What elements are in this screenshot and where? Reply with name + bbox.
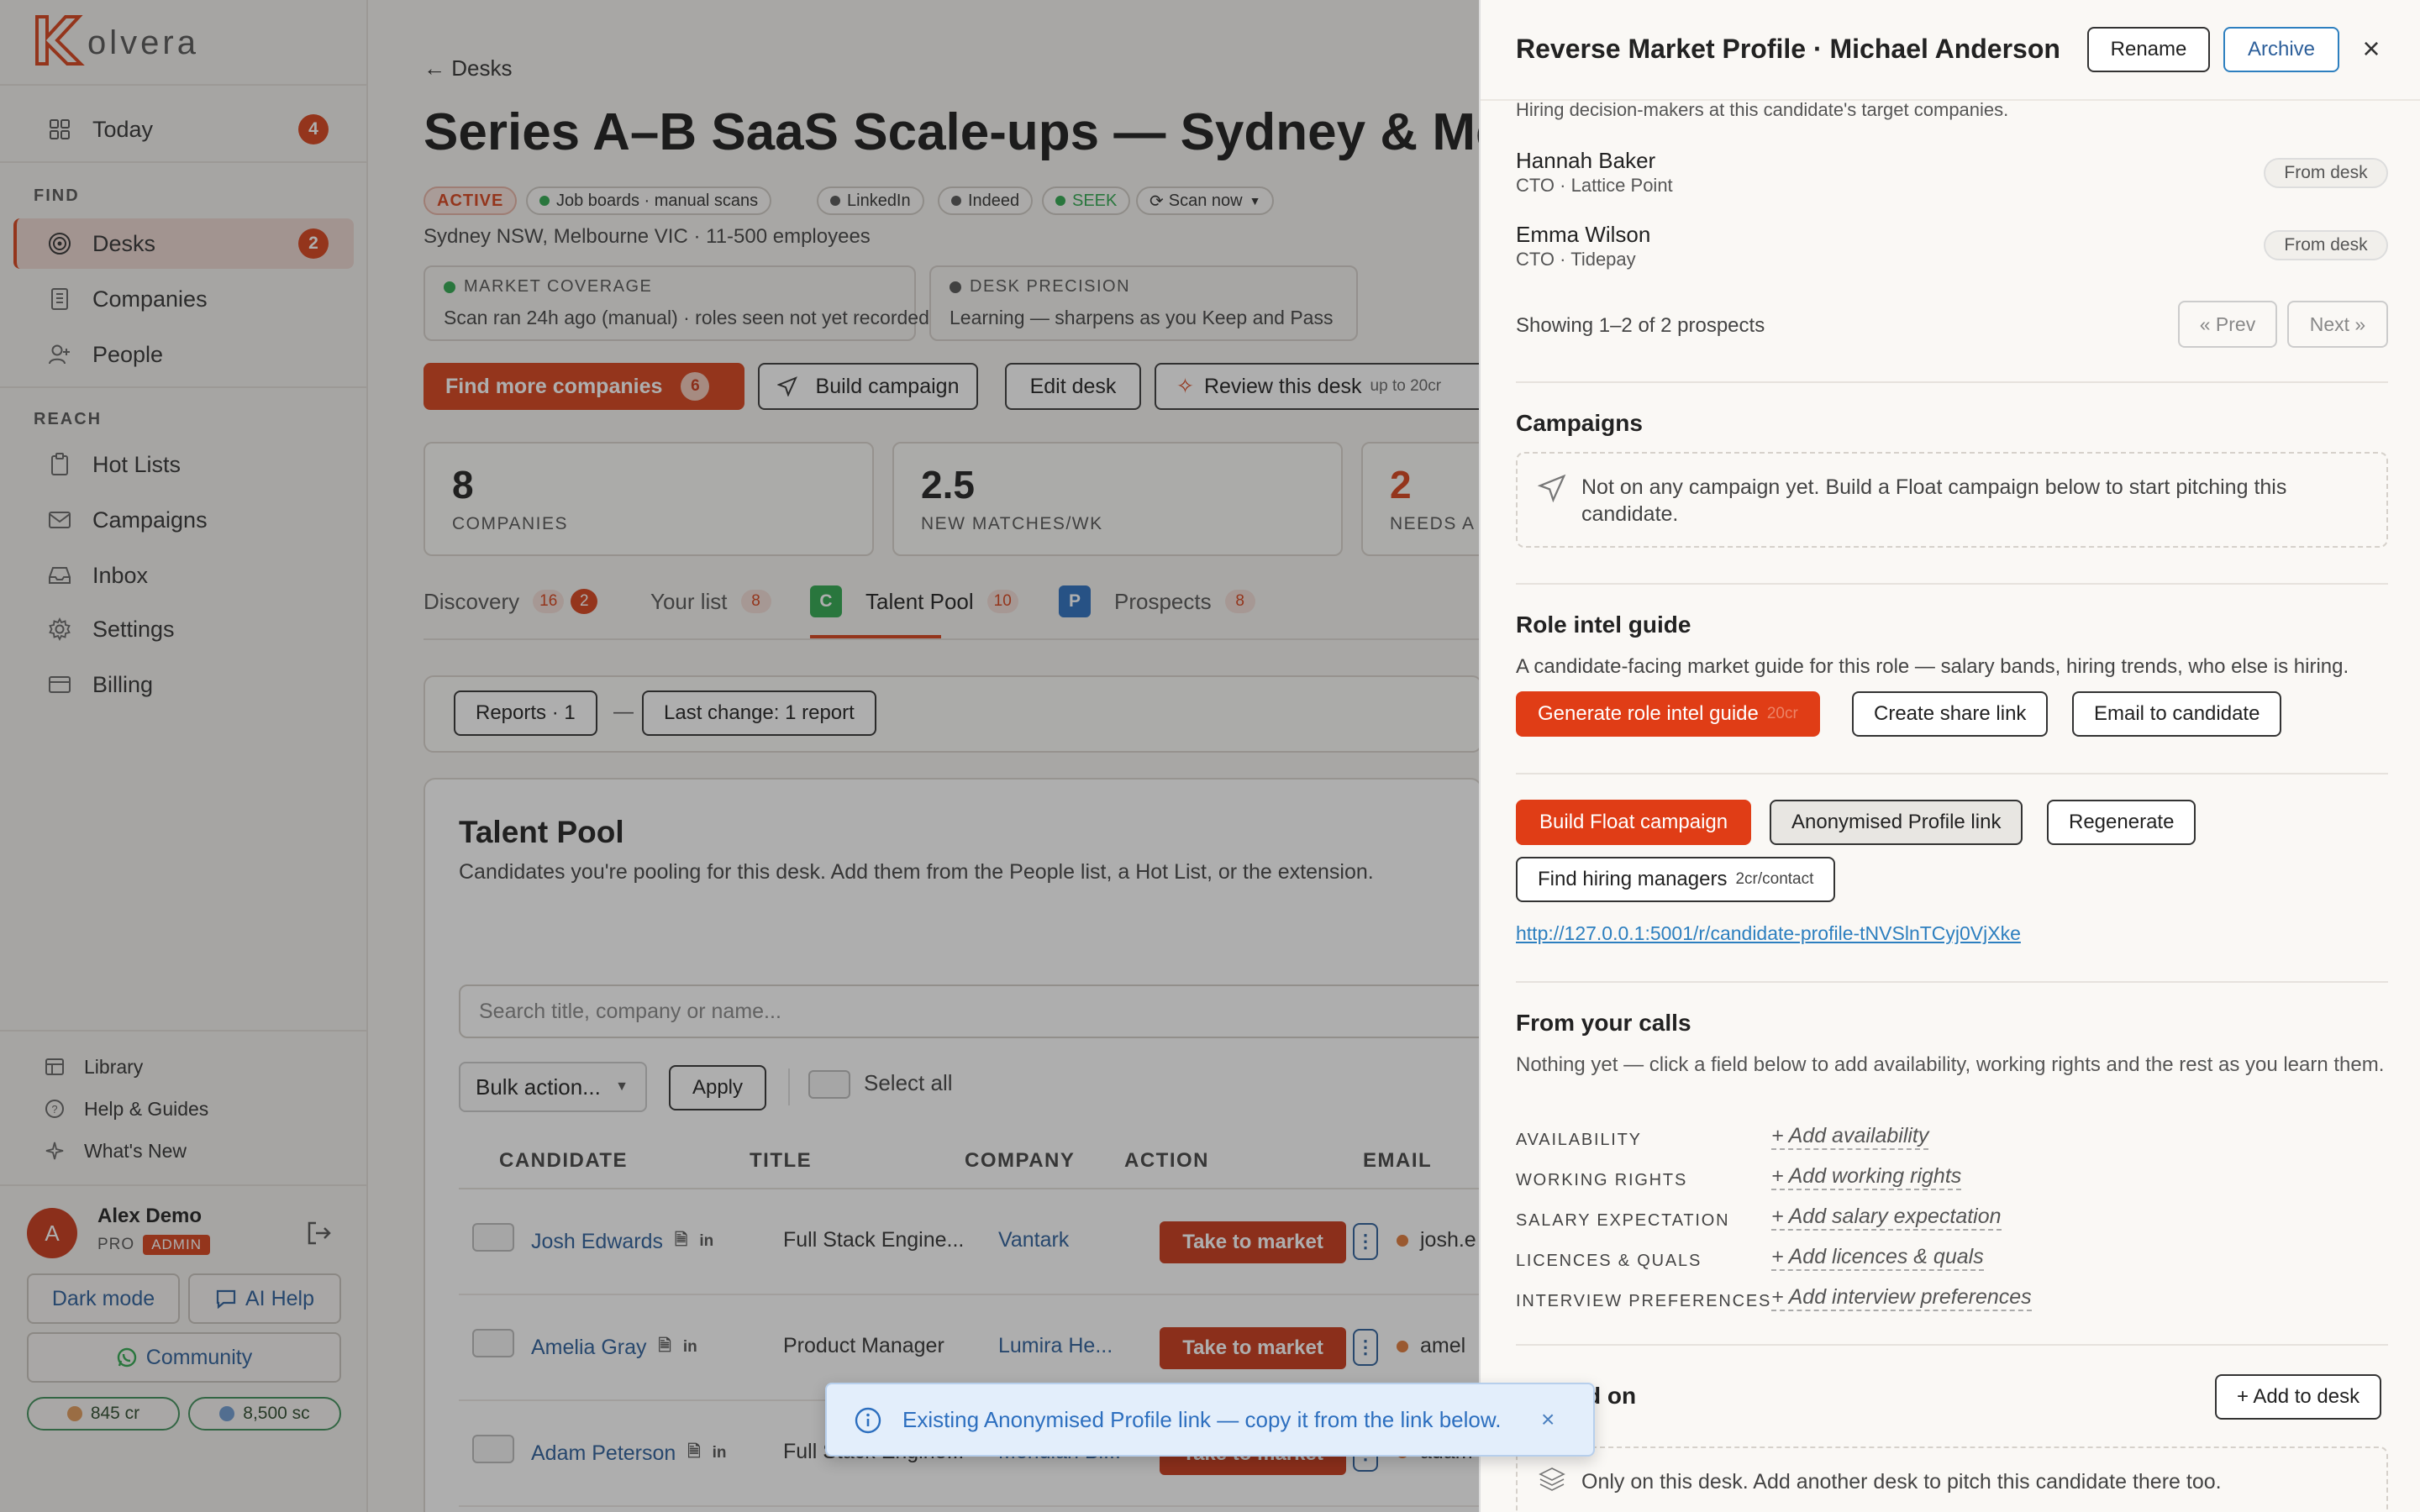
drawer-title: Reverse Market Profile · Michael Anderso…	[1516, 34, 2060, 64]
find-hiring-managers-button[interactable]: Find hiring managers 2cr/contact	[1516, 857, 1836, 902]
email-to-candidate-button[interactable]: Email to candidate	[2072, 691, 2282, 737]
add-licences-quals-field[interactable]: + Add licences & quals	[1771, 1245, 1984, 1271]
role-intel-heading: Role intel guide	[1516, 612, 1691, 638]
field-label: SALARY EXPECTATION	[1516, 1211, 1730, 1230]
drawer-header: Reverse Market Profile · Michael Anderso…	[1481, 0, 2420, 101]
modal-backdrop[interactable]	[0, 0, 1479, 1512]
field-label: INTERVIEW PREFERENCES	[1516, 1292, 1772, 1310]
prev-page-button[interactable]: « Prev	[2178, 301, 2277, 348]
build-float-campaign-button[interactable]: Build Float campaign	[1516, 800, 1752, 845]
button-label: Find hiring managers	[1538, 868, 1728, 890]
add-interview-preferences-field[interactable]: + Add interview preferences	[1771, 1285, 2032, 1311]
divider	[1516, 1344, 2388, 1346]
campaigns-empty-text: Not on any campaign yet. Build a Float c…	[1581, 475, 2287, 526]
profile-link[interactable]: http://127.0.0.1:5001/r/candidate-profil…	[1516, 922, 2021, 945]
toast-message: Existing Anonymised Profile link — copy …	[902, 1406, 1502, 1432]
field-label: LICENCES & QUALS	[1516, 1252, 1702, 1270]
field-label: WORKING RIGHTS	[1516, 1171, 1688, 1189]
field-label: AVAILABILITY	[1516, 1131, 1642, 1149]
campaigns-empty-state: Not on any campaign yet. Build a Float c…	[1516, 452, 2388, 548]
pitched-on-note-box: Only on this desk. Add another desk to p…	[1516, 1446, 2388, 1512]
button-label: Generate role intel guide	[1538, 702, 1759, 725]
info-icon	[855, 1407, 881, 1434]
cost-label: 20cr	[1766, 705, 1798, 722]
divider	[1516, 981, 2388, 983]
add-to-desk-button[interactable]: + Add to desk	[2215, 1374, 2382, 1420]
reverse-market-profile-drawer: Hiring decision-makers at this candidate…	[1479, 0, 2420, 1512]
calls-description: Nothing yet — click a field below to add…	[1516, 1053, 2385, 1076]
divider	[1516, 583, 2388, 585]
layers-icon	[1538, 1465, 1566, 1494]
from-desk-badge: From desk	[2264, 158, 2388, 188]
divider	[1516, 773, 2388, 774]
toast-close-icon[interactable]: ×	[1541, 1406, 1555, 1433]
anonymised-profile-link-button[interactable]: Anonymised Profile link	[1770, 800, 2023, 845]
prospect-name: Emma Wilson	[1516, 222, 1651, 247]
add-availability-field[interactable]: + Add availability	[1771, 1124, 1929, 1150]
send-icon	[1538, 474, 1566, 502]
prospects-intro: Hiring decision-makers at this candidate…	[1516, 99, 2009, 120]
generate-role-intel-button[interactable]: Generate role intel guide 20cr	[1516, 691, 1820, 737]
prospect-role: CTO · Tidepay	[1516, 249, 1636, 270]
prospect-name: Hannah Baker	[1516, 148, 1656, 173]
campaigns-heading: Campaigns	[1516, 410, 1643, 436]
cost-label: 2cr/contact	[1735, 870, 1814, 888]
pitched-on-note: Only on this desk. Add another desk to p…	[1581, 1470, 2222, 1494]
prospects-count: Showing 1–2 of 2 prospects	[1516, 314, 1765, 337]
rename-button[interactable]: Rename	[2087, 27, 2210, 72]
archive-button[interactable]: Archive	[2223, 27, 2339, 72]
info-toast: Existing Anonymised Profile link — copy …	[825, 1383, 1595, 1457]
next-page-button[interactable]: Next »	[2287, 301, 2388, 348]
add-working-rights-field[interactable]: + Add working rights	[1771, 1164, 1962, 1190]
create-share-link-button[interactable]: Create share link	[1852, 691, 2049, 737]
from-desk-badge: From desk	[2264, 230, 2388, 260]
role-intel-description: A candidate-facing market guide for this…	[1516, 655, 2349, 678]
regenerate-button[interactable]: Regenerate	[2047, 800, 2196, 845]
divider	[1516, 381, 2388, 383]
from-your-calls-heading: From your calls	[1516, 1010, 1691, 1036]
close-icon[interactable]: ×	[2354, 31, 2388, 66]
prospect-role: CTO · Lattice Point	[1516, 175, 1673, 196]
add-salary-expectation-field[interactable]: + Add salary expectation	[1771, 1205, 2002, 1231]
